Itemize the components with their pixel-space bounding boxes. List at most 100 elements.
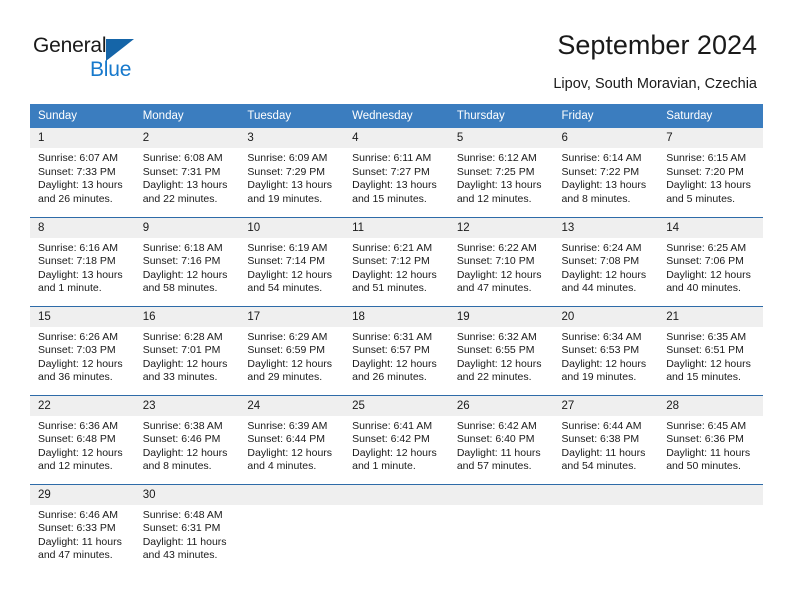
sunrise-text: Sunrise: 6:44 AM: [561, 419, 642, 432]
calendar-day-cell[interactable]: 29 Sunrise: 6:46 AM Sunset: 6:33 PM Dayligh…: [30, 483, 135, 573]
day-number: 15: [30, 306, 135, 327]
calendar-day-cell[interactable]: 1 Sunrise: 6:07 AM Sunset: 7:33 PM Daylight…: [30, 128, 135, 217]
page-header: General Blue September 2024 Lipov, South…: [0, 0, 792, 100]
day-sun-info: Sunrise: 6:26 AM Sunset: 7:03 PM Daylight:…: [30, 327, 135, 385]
calendar-day-cell-empty: [553, 483, 659, 573]
day-number: 30: [134, 484, 240, 505]
calendar-day-cell[interactable]: 13 Sunrise: 6:24 AM Sunset: 7:08 PM Dayligh…: [553, 216, 659, 306]
day-sun-info: Sunrise: 6:46 AM Sunset: 6:33 PM Daylight:…: [30, 505, 135, 563]
day-number: 20: [553, 306, 659, 327]
daylight-text-line1: Daylight: 12 hours: [38, 357, 123, 370]
daylight-text-line1: Daylight: 12 hours: [666, 357, 751, 370]
calendar-day-cell[interactable]: 16 Sunrise: 6:28 AM Sunset: 7:01 PM Dayligh…: [134, 305, 240, 395]
day-sun-info: Sunrise: 6:36 AM Sunset: 6:48 PM Daylight:…: [30, 416, 135, 474]
daylight-text-line2: and 26 minutes.: [38, 192, 113, 205]
daylight-text-line2: and 19 minutes.: [247, 192, 323, 205]
sunset-text: Sunset: 6:44 PM: [247, 433, 326, 446]
page-subtitle-location: Lipov, South Moravian, Czechia: [553, 76, 757, 92]
calendar-day-cell[interactable]: 11 Sunrise: 6:21 AM Sunset: 7:12 PM Dayligh…: [344, 216, 449, 306]
calendar-day-cell[interactable]: 21 Sunrise: 6:35 AM Sunset: 6:51 PM Dayligh…: [658, 305, 763, 395]
calendar-day-cell[interactable]: 5 Sunrise: 6:12 AM Sunset: 7:25 PM Daylight…: [448, 128, 554, 217]
day-sun-info: Sunrise: 6:14 AM Sunset: 7:22 PM Daylight:…: [554, 148, 659, 206]
day-number: [448, 484, 554, 505]
sunrise-text: Sunrise: 6:29 AM: [247, 330, 328, 343]
day-number: 22: [30, 395, 135, 416]
calendar-week-row: 29 Sunrise: 6:46 AM Sunset: 6:33 PM Dayligh…: [30, 483, 763, 573]
calendar-day-cell[interactable]: 2 Sunrise: 6:08 AM Sunset: 7:31 PM Daylight…: [134, 128, 240, 217]
weekday-header-tuesday: Tuesday: [239, 104, 345, 128]
calendar-week-row: 8 Sunrise: 6:16 AM Sunset: 7:18 PM Daylight…: [30, 216, 763, 306]
daylight-text-line1: Daylight: 12 hours: [561, 357, 647, 370]
day-number: 7: [658, 128, 763, 148]
calendar-day-cell[interactable]: 7 Sunrise: 6:15 AM Sunset: 7:20 PM Daylight…: [658, 128, 763, 217]
calendar-week-row: 1 Sunrise: 6:07 AM Sunset: 7:33 PM Daylight…: [30, 128, 763, 217]
sunset-text: Sunset: 6:40 PM: [456, 433, 535, 446]
calendar-day-cell[interactable]: 24 Sunrise: 6:39 AM Sunset: 6:44 PM Dayligh…: [239, 394, 345, 484]
logo-text-general: General: [33, 34, 107, 57]
daylight-text-line1: Daylight: 12 hours: [38, 446, 123, 459]
calendar-day-cell[interactable]: 14 Sunrise: 6:25 AM Sunset: 7:06 PM Dayligh…: [658, 216, 763, 306]
calendar-day-cell[interactable]: 17 Sunrise: 6:29 AM Sunset: 6:59 PM Dayligh…: [239, 305, 345, 395]
page-title: September 2024: [557, 30, 757, 60]
sunrise-text: Sunrise: 6:15 AM: [666, 152, 747, 164]
daylight-text-line1: Daylight: 12 hours: [456, 268, 542, 281]
daylight-text-line2: and 15 minutes.: [352, 192, 427, 205]
sunset-text: Sunset: 7:31 PM: [142, 165, 221, 178]
sunset-text: Sunset: 7:18 PM: [38, 255, 116, 268]
daylight-text-line2: and 4 minutes.: [247, 460, 317, 473]
daylight-text-line1: Daylight: 12 hours: [352, 446, 437, 459]
day-sun-info: Sunrise: 6:21 AM Sunset: 7:12 PM Daylight:…: [344, 238, 449, 296]
calendar-day-cell[interactable]: 4 Sunrise: 6:11 AM Sunset: 7:27 PM Daylight…: [344, 128, 449, 217]
day-sun-info: Sunrise: 6:41 AM Sunset: 6:42 PM Daylight:…: [344, 416, 449, 474]
calendar-day-cell[interactable]: 19 Sunrise: 6:32 AM Sunset: 6:55 PM Dayligh…: [448, 305, 554, 395]
sunset-text: Sunset: 6:59 PM: [247, 344, 326, 357]
calendar-day-cell[interactable]: 23 Sunrise: 6:38 AM Sunset: 6:46 PM Dayligh…: [134, 394, 240, 484]
sunset-text: Sunset: 7:29 PM: [247, 165, 326, 178]
sunrise-text: Sunrise: 6:39 AM: [247, 419, 328, 432]
calendar-day-cell[interactable]: 15 Sunrise: 6:26 AM Sunset: 7:03 PM Dayligh…: [30, 305, 135, 395]
day-number: 21: [658, 306, 763, 327]
day-number: 29: [30, 484, 135, 505]
daylight-text-line1: Daylight: 11 hours: [142, 535, 227, 548]
day-number: 16: [134, 306, 240, 327]
calendar-week-row: 15 Sunrise: 6:26 AM Sunset: 7:03 PM Dayligh…: [30, 305, 763, 395]
calendar-day-cell[interactable]: 26 Sunrise: 6:42 AM Sunset: 6:40 PM Dayligh…: [448, 394, 554, 484]
daylight-text-line2: and 44 minutes.: [561, 282, 637, 295]
calendar-day-cell-empty: [448, 483, 554, 573]
calendar-day-cell[interactable]: 28 Sunrise: 6:45 AM Sunset: 6:36 PM Dayligh…: [658, 394, 763, 484]
day-sun-info: Sunrise: 6:35 AM Sunset: 6:51 PM Daylight:…: [658, 327, 763, 385]
day-sun-info: Sunrise: 6:07 AM Sunset: 7:33 PM Daylight:…: [30, 148, 135, 206]
calendar-day-cell[interactable]: 18 Sunrise: 6:31 AM Sunset: 6:57 PM Dayligh…: [344, 305, 449, 395]
sunset-text: Sunset: 6:46 PM: [142, 433, 221, 446]
sunset-text: Sunset: 6:31 PM: [142, 522, 221, 535]
sunset-text: Sunset: 7:12 PM: [352, 255, 430, 268]
day-number: 9: [134, 217, 240, 238]
calendar-day-cell[interactable]: 12 Sunrise: 6:22 AM Sunset: 7:10 PM Dayligh…: [448, 216, 554, 306]
calendar-day-cell[interactable]: 22 Sunrise: 6:36 AM Sunset: 6:48 PM Dayligh…: [30, 394, 135, 484]
calendar-day-cell[interactable]: 20 Sunrise: 6:34 AM Sunset: 6:53 PM Dayligh…: [553, 305, 659, 395]
weekday-header-wednesday: Wednesday: [344, 104, 449, 128]
daylight-text-line2: and 43 minutes.: [142, 549, 218, 562]
calendar-day-cell[interactable]: 10 Sunrise: 6:19 AM Sunset: 7:14 PM Dayligh…: [239, 216, 345, 306]
daylight-text-line1: Daylight: 13 hours: [666, 179, 751, 192]
daylight-text-line1: Daylight: 12 hours: [142, 357, 228, 370]
calendar-day-cell[interactable]: 25 Sunrise: 6:41 AM Sunset: 6:42 PM Dayligh…: [344, 394, 449, 484]
day-sun-info: Sunrise: 6:11 AM Sunset: 7:27 PM Daylight:…: [344, 148, 449, 206]
daylight-text-line1: Daylight: 13 hours: [38, 268, 123, 281]
daylight-text-line2: and 58 minutes.: [142, 282, 218, 295]
daylight-text-line2: and 26 minutes.: [352, 371, 427, 384]
sunset-text: Sunset: 6:53 PM: [561, 344, 640, 357]
day-number: 26: [448, 395, 554, 416]
day-number: 10: [239, 217, 345, 238]
calendar-day-cell[interactable]: 9 Sunrise: 6:18 AM Sunset: 7:16 PM Daylight…: [134, 216, 240, 306]
day-sun-info: Sunrise: 6:48 AM Sunset: 6:31 PM Daylight:…: [135, 505, 240, 563]
calendar-day-cell[interactable]: 6 Sunrise: 6:14 AM Sunset: 7:22 PM Daylight…: [553, 128, 659, 217]
day-number: 5: [448, 128, 554, 148]
calendar-header-row: Sunday Monday Tuesday Wednesday Thursday…: [30, 104, 763, 128]
calendar-day-cell[interactable]: 3 Sunrise: 6:09 AM Sunset: 7:29 PM Daylight…: [239, 128, 345, 217]
sunrise-text: Sunrise: 6:26 AM: [38, 330, 118, 343]
calendar-day-cell[interactable]: 8 Sunrise: 6:16 AM Sunset: 7:18 PM Daylight…: [30, 216, 135, 306]
day-sun-info: Sunrise: 6:08 AM Sunset: 7:31 PM Daylight:…: [135, 148, 240, 206]
calendar-day-cell[interactable]: 30 Sunrise: 6:48 AM Sunset: 6:31 PM Dayligh…: [134, 483, 240, 573]
calendar-day-cell[interactable]: 27 Sunrise: 6:44 AM Sunset: 6:38 PM Dayligh…: [553, 394, 659, 484]
